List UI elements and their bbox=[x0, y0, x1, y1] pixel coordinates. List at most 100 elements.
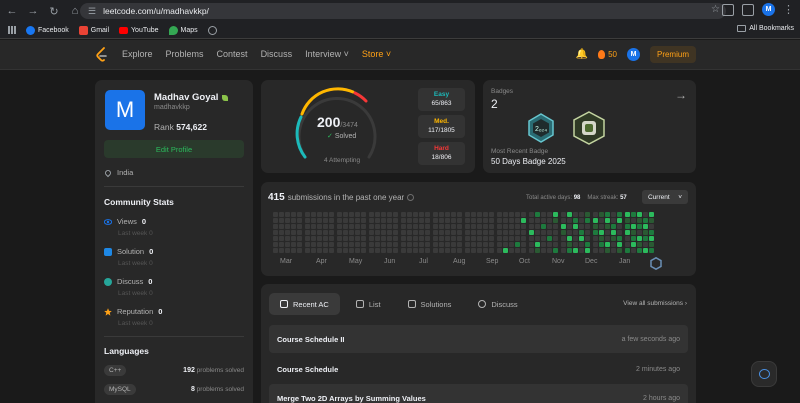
bookmark-globe[interactable] bbox=[207, 25, 217, 35]
hard-value: 18/806 bbox=[431, 154, 452, 161]
gmail-icon bbox=[78, 25, 88, 35]
heatmap-cell bbox=[439, 242, 444, 247]
heatmap-cell bbox=[329, 212, 334, 217]
month-label: Jun bbox=[384, 258, 396, 265]
heatmap-cell bbox=[381, 248, 386, 253]
heatmap-cell bbox=[599, 230, 604, 235]
heatmap-cell bbox=[425, 236, 430, 241]
heatmap-cell bbox=[343, 224, 348, 229]
address-bar[interactable]: ☰ leetcode.com/u/madhavkkp/ ☆ bbox=[80, 3, 726, 19]
heatmap-cell bbox=[625, 218, 630, 223]
bookmark-facebook[interactable]: Facebook bbox=[26, 25, 69, 35]
back-icon[interactable]: ← bbox=[3, 2, 21, 20]
heatmap-cell bbox=[631, 218, 636, 223]
streak-counter[interactable]: 50 bbox=[598, 50, 617, 59]
bookmark-gmail[interactable]: Gmail bbox=[78, 25, 109, 35]
arrow-right-icon[interactable]: → bbox=[675, 88, 687, 102]
nav-store[interactable]: Store ˅ bbox=[362, 49, 391, 59]
edit-profile-button[interactable]: Edit Profile bbox=[104, 140, 244, 158]
chat-help-button[interactable] bbox=[751, 361, 777, 387]
tab-recent-ac[interactable]: Recent AC bbox=[269, 293, 340, 315]
stat-value: 0 bbox=[158, 307, 163, 316]
heatmap-cell bbox=[445, 224, 450, 229]
reload-icon[interactable]: ↻ bbox=[45, 2, 63, 20]
tab-discuss[interactable]: Discuss bbox=[467, 293, 528, 315]
heatmap-cell bbox=[451, 224, 456, 229]
tab-list[interactable]: List bbox=[345, 293, 392, 315]
heatmap-cell bbox=[311, 242, 316, 247]
heatmap-cell bbox=[291, 242, 296, 247]
apps-icon[interactable] bbox=[8, 26, 16, 34]
nav-discuss[interactable]: Discuss bbox=[261, 49, 293, 59]
language-row: MySQL 8 problems solved bbox=[104, 384, 244, 395]
premium-button[interactable]: Premium bbox=[649, 46, 696, 63]
heatmap-cell bbox=[465, 248, 470, 253]
nav-problems[interactable]: Problems bbox=[166, 49, 204, 59]
50-days-badge-icon[interactable] bbox=[571, 110, 607, 146]
browser-profile-avatar[interactable]: M bbox=[762, 3, 775, 16]
view-all-submissions-link[interactable]: View all submissions › bbox=[623, 300, 687, 307]
heatmap-cell bbox=[419, 218, 424, 223]
heatmap-cell bbox=[285, 230, 290, 235]
forward-icon[interactable]: → bbox=[24, 2, 42, 20]
side-panel-icon[interactable] bbox=[742, 3, 754, 16]
submission-row[interactable]: Course Schedule II a few seconds ago bbox=[269, 325, 688, 353]
heatmap-cell bbox=[497, 230, 502, 235]
nav-interview[interactable]: Interview ˅ bbox=[305, 49, 349, 59]
heatmap-cell bbox=[433, 224, 438, 229]
heatmap-cell bbox=[649, 218, 654, 223]
heatmap-cell bbox=[649, 230, 654, 235]
heatmap-cell bbox=[585, 236, 590, 241]
heatmap-cell bbox=[573, 224, 578, 229]
heatmap-cell bbox=[355, 248, 360, 253]
all-bookmarks[interactable]: All Bookmarks bbox=[737, 25, 794, 32]
heatmap-cell bbox=[503, 224, 508, 229]
discuss-icon bbox=[478, 300, 487, 308]
heatmap-cell bbox=[279, 224, 284, 229]
bookmark-maps[interactable]: Maps bbox=[168, 25, 198, 35]
heatmap-cell bbox=[413, 230, 418, 235]
hexagon-badge-icon[interactable]: 2ₒ₂₄ bbox=[527, 113, 555, 143]
heatmap-cell bbox=[297, 218, 302, 223]
heatmap-cell bbox=[457, 242, 462, 247]
tab-solutions[interactable]: Solutions bbox=[397, 293, 463, 315]
heatmap-cell bbox=[489, 242, 494, 247]
year-select[interactable]: Current ˅ bbox=[642, 190, 688, 204]
bookmark-star-icon[interactable]: ☆ bbox=[711, 4, 720, 15]
heatmap-cell bbox=[393, 236, 398, 241]
solved-label: ✓ Solved bbox=[327, 132, 356, 140]
user-avatar[interactable]: M bbox=[626, 48, 640, 61]
heatmap-cell bbox=[311, 218, 316, 223]
month-label: Apr bbox=[316, 258, 327, 265]
heatmap-cell bbox=[483, 236, 488, 241]
heatmap-cell bbox=[497, 218, 502, 223]
site-info-icon[interactable]: ☰ bbox=[88, 6, 96, 17]
browser-menu-icon[interactable]: ⋮ bbox=[783, 4, 794, 15]
language-count: 8 problems solved bbox=[191, 386, 244, 393]
location: India bbox=[103, 168, 133, 177]
heatmap-cell bbox=[305, 248, 310, 253]
heatmap-cell bbox=[547, 212, 552, 217]
bookmark-youtube[interactable]: YouTube bbox=[119, 26, 159, 34]
nav-contest[interactable]: Contest bbox=[217, 49, 248, 59]
nav-explore[interactable]: Explore bbox=[122, 49, 153, 59]
heatmap-cell bbox=[579, 230, 584, 235]
heatmap-cell bbox=[361, 212, 366, 217]
heatmap-cell bbox=[643, 248, 648, 253]
submission-row[interactable]: Merge Two 2D Arrays by Summing Values 2 h… bbox=[269, 384, 688, 403]
heatmap-cell bbox=[529, 248, 534, 253]
heatmap-cell bbox=[305, 230, 310, 235]
heatmap-cell bbox=[419, 242, 424, 247]
heatmap-cell bbox=[355, 224, 360, 229]
heatmap-cell bbox=[317, 224, 322, 229]
submission-row[interactable]: Course Schedule 2 minutes ago bbox=[269, 355, 688, 383]
extensions-icon[interactable] bbox=[722, 3, 734, 16]
star-icon bbox=[104, 307, 112, 316]
notification-bell-icon[interactable]: 🔔 bbox=[576, 49, 588, 60]
leetcode-logo-icon[interactable] bbox=[95, 47, 109, 63]
info-icon[interactable] bbox=[407, 194, 415, 201]
heatmap-cell bbox=[291, 218, 296, 223]
globe-icon bbox=[207, 25, 217, 35]
heatmap-cell bbox=[605, 224, 610, 229]
language-count-value: 192 bbox=[183, 367, 195, 374]
